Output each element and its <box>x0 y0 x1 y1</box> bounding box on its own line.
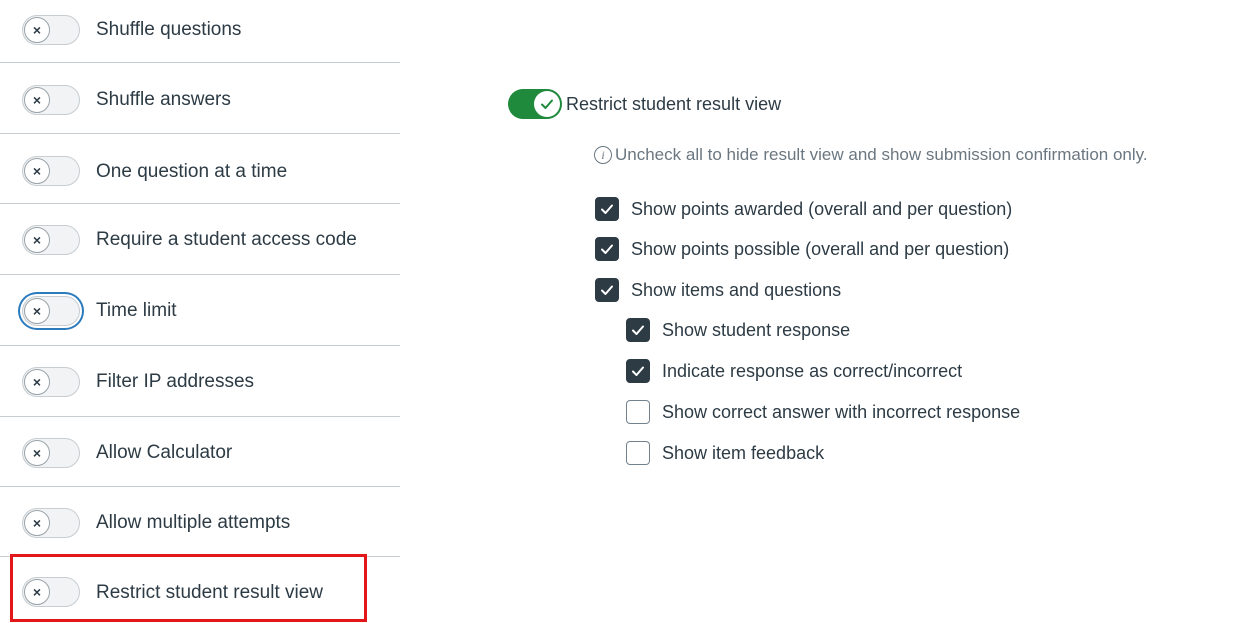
checkbox[interactable] <box>595 237 619 261</box>
option-label: Show item feedback <box>662 442 825 463</box>
shuffle-answers-toggle[interactable]: × <box>22 85 80 115</box>
option-points-possible[interactable]: Show points possible (overall and per qu… <box>595 236 1009 262</box>
info-text: Uncheck all to hide result view and show… <box>615 145 1148 164</box>
setting-filter-ip[interactable]: × Filter IP addresses <box>0 346 400 417</box>
setting-label: Allow Calculator <box>96 442 233 463</box>
allow-multiple-attempts-toggle[interactable]: × <box>22 508 80 538</box>
checkbox[interactable] <box>595 197 619 221</box>
restrict-result-view-panel: Restrict student result view i Uncheck a… <box>508 86 1254 486</box>
filter-ip-toggle[interactable]: × <box>22 367 80 397</box>
close-icon: × <box>24 17 50 43</box>
require-access-code-toggle[interactable]: × <box>22 225 80 255</box>
close-icon: × <box>24 158 50 184</box>
allow-calculator-toggle[interactable]: × <box>22 438 80 468</box>
setting-allow-multiple-attempts[interactable]: × Allow multiple attempts <box>0 487 400 557</box>
setting-label: Filter IP addresses <box>96 371 255 392</box>
option-label: Indicate response as correct/incorrect <box>662 360 963 381</box>
close-icon: × <box>24 369 50 395</box>
close-icon: × <box>24 87 50 113</box>
close-icon: × <box>24 227 50 253</box>
one-question-at-a-time-toggle[interactable]: × <box>22 156 80 186</box>
info-icon: i <box>594 146 612 164</box>
checkbox[interactable] <box>626 359 650 383</box>
quiz-settings-list: × Shuffle questions × Shuffle answers × … <box>0 0 400 623</box>
close-icon: × <box>24 440 50 466</box>
option-label: Show points awarded (overall and per que… <box>631 198 1013 219</box>
option-label: Show points possible (overall and per qu… <box>631 238 1010 259</box>
restrict-result-view-toggle-on[interactable] <box>508 89 562 119</box>
setting-label: Shuffle answers <box>96 89 231 110</box>
option-item-feedback[interactable]: Show item feedback <box>626 440 824 466</box>
highlight-box <box>10 554 367 622</box>
setting-label: Require a student access code <box>96 229 357 250</box>
setting-label: One question at a time <box>96 161 288 182</box>
option-points-awarded[interactable]: Show points awarded (overall and per que… <box>595 196 1012 222</box>
checkbox[interactable] <box>595 278 619 302</box>
panel-title: Restrict student result view <box>566 94 782 114</box>
checkbox[interactable] <box>626 400 650 424</box>
setting-allow-calculator[interactable]: × Allow Calculator <box>0 417 400 487</box>
time-limit-toggle[interactable]: × <box>22 296 80 326</box>
close-icon: × <box>24 510 50 536</box>
option-label: Show items and questions <box>631 279 842 300</box>
checkbox[interactable] <box>626 441 650 465</box>
setting-one-question-at-a-time[interactable]: × One question at a time <box>0 134 400 204</box>
shuffle-questions-toggle[interactable]: × <box>22 15 80 45</box>
option-label: Show student response <box>662 319 851 340</box>
info-hint: i Uncheck all to hide result view and sh… <box>594 145 1148 165</box>
close-icon: × <box>24 298 50 324</box>
option-indicate-correct[interactable]: Indicate response as correct/incorrect <box>626 358 962 384</box>
setting-shuffle-answers[interactable]: × Shuffle answers <box>0 63 400 134</box>
setting-label: Time limit <box>96 300 177 321</box>
option-label: Show correct answer with incorrect respo… <box>662 401 1021 422</box>
setting-shuffle-questions[interactable]: × Shuffle questions <box>0 0 400 63</box>
option-correct-answer[interactable]: Show correct answer with incorrect respo… <box>626 399 1020 425</box>
setting-time-limit[interactable]: × Time limit <box>0 275 400 346</box>
setting-label: Shuffle questions <box>96 19 242 40</box>
setting-require-access-code[interactable]: × Require a student access code <box>0 204 400 275</box>
checkbox[interactable] <box>626 318 650 342</box>
option-student-response[interactable]: Show student response <box>626 317 850 343</box>
checkmark-icon <box>534 91 560 117</box>
setting-label: Allow multiple attempts <box>96 512 291 533</box>
option-items-and-questions[interactable]: Show items and questions <box>595 277 841 303</box>
